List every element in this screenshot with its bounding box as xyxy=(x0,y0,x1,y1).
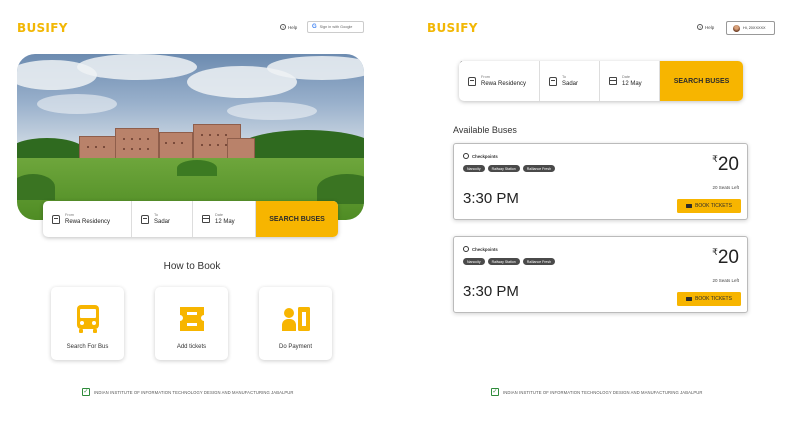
step-do-payment: Do Payment xyxy=(259,287,332,360)
bus-icon xyxy=(52,214,60,224)
ticket-icon xyxy=(686,204,693,208)
departure-time: 3:30 PM xyxy=(463,190,519,207)
step-label: Do Payment xyxy=(278,344,312,350)
footer: ✓ INDIAN INSTITUTE OF INFORMATION TECHNO… xyxy=(491,388,703,396)
to-field[interactable]: To Sadar xyxy=(540,61,600,101)
to-label: To xyxy=(562,75,567,79)
institute-logo-icon: ✓ xyxy=(491,388,499,396)
payment-icon xyxy=(281,307,310,331)
help-icon: ? xyxy=(280,24,286,30)
search-bar: From Rewa Residency To Sadar Date 12 May… xyxy=(459,61,743,101)
help-link[interactable]: ? Help xyxy=(280,24,297,30)
from-value: Rewa Residency xyxy=(65,219,111,225)
book-tickets-button[interactable]: BOOK TICKETS xyxy=(677,292,741,306)
seats-left: 20 Seats Left xyxy=(712,185,739,190)
checkpoint-chip: Nanocity xyxy=(463,258,485,266)
from-label: From xyxy=(481,75,490,79)
brand-logo[interactable]: BUSIFY xyxy=(17,21,68,35)
step-label: Search For Bus xyxy=(66,344,109,350)
footer-text: INDIAN INSTITUTE OF INFORMATION TECHNOLO… xyxy=(94,389,294,395)
bus-icon xyxy=(468,76,476,86)
bus-card: Checkpoints Nanocity Railway Station Ral… xyxy=(453,143,748,220)
checkpoint-chip: Ralliance Fresh xyxy=(522,258,556,266)
from-value: Rewa Residency xyxy=(481,81,527,87)
price-value: 20 xyxy=(717,154,739,175)
date-label: Date xyxy=(622,75,631,79)
date-field[interactable]: Date 12 May xyxy=(193,201,256,237)
user-menu-button[interactable]: Hi, 20XXXXX xyxy=(726,21,775,35)
help-icon: ? xyxy=(697,24,703,30)
hero-image xyxy=(17,54,364,220)
bus-icon xyxy=(549,76,557,86)
to-field[interactable]: To Sadar xyxy=(132,201,193,237)
to-label: To xyxy=(154,213,159,217)
how-to-book-title: How to Book xyxy=(163,261,221,272)
checkpoint-chip: Railway Station xyxy=(487,258,520,266)
date-label: Date xyxy=(215,213,224,217)
help-label: Help xyxy=(288,24,298,30)
date-value: 12 May xyxy=(622,81,642,87)
google-icon: G xyxy=(312,24,317,30)
book-label: BOOK TICKETS xyxy=(695,296,732,302)
date-value: 12 May xyxy=(215,219,235,225)
search-buses-button[interactable]: SEARCH BUSES xyxy=(256,201,338,237)
checkpoint-chips: Nanocity Railway Station Ralliance Fresh xyxy=(463,258,556,266)
bus-card: Checkpoints Nanocity Railway Station Ral… xyxy=(453,236,748,313)
available-buses-title: Available Buses xyxy=(453,125,517,135)
google-signin-button[interactable]: G Sign in with Google xyxy=(307,21,364,33)
from-field[interactable]: From Rewa Residency xyxy=(43,201,132,237)
checkpoint-chip: Nanocity xyxy=(463,165,485,173)
checkpoint-chips: Nanocity Railway Station Ralliance Fresh xyxy=(463,165,556,173)
step-add-tickets: Add tickets xyxy=(155,287,228,360)
brand-logo[interactable]: BUSIFY xyxy=(427,21,478,35)
search-buses-button[interactable]: SEARCH BUSES xyxy=(660,61,743,101)
bus-icon xyxy=(141,214,149,224)
signin-label: Sign in with Google xyxy=(319,25,353,29)
departure-time: 3:30 PM xyxy=(463,283,519,300)
route-icon xyxy=(463,246,469,252)
book-label: BOOK TICKETS xyxy=(695,203,732,209)
ticket-icon xyxy=(179,307,204,331)
ticket-icon xyxy=(686,297,693,301)
route-icon xyxy=(463,153,469,159)
footer-text: INDIAN INSTITUTE OF INFORMATION TECHNOLO… xyxy=(503,389,703,395)
checkpoints-label: Checkpoints xyxy=(472,246,498,252)
checkpoints-label: Checkpoints xyxy=(472,153,498,159)
checkpoint-chip: Railway Station xyxy=(487,165,520,173)
step-label: Add tickets xyxy=(176,344,207,350)
step-search-for-bus: Search For Bus xyxy=(51,287,124,360)
calendar-icon xyxy=(202,215,210,223)
search-bar: From Rewa Residency To Sadar Date 12 May… xyxy=(43,201,338,237)
help-label: Help xyxy=(705,24,715,30)
to-value: Sadar xyxy=(154,219,171,225)
institute-logo-icon: ✓ xyxy=(82,388,90,396)
ticket-price: ₹20 xyxy=(712,247,739,269)
checkpoint-chip: Ralliance Fresh xyxy=(522,165,556,173)
help-link[interactable]: ? Help xyxy=(697,24,714,30)
seats-left: 20 Seats Left xyxy=(712,278,739,283)
checkpoints-header: Checkpoints xyxy=(463,153,498,159)
bus-icon xyxy=(76,305,99,333)
to-value: Sadar xyxy=(562,81,579,87)
date-field[interactable]: Date 12 May xyxy=(600,61,660,101)
calendar-icon xyxy=(609,77,617,85)
book-tickets-button[interactable]: BOOK TICKETS xyxy=(677,199,741,213)
user-label: Hi, 20XXXXX xyxy=(743,26,766,30)
from-field[interactable]: From Rewa Residency xyxy=(459,61,540,101)
price-value: 20 xyxy=(717,247,739,268)
checkpoints-header: Checkpoints xyxy=(463,246,498,252)
avatar xyxy=(733,24,740,32)
footer: ✓ INDIAN INSTITUTE OF INFORMATION TECHNO… xyxy=(82,388,294,396)
home-screen: BUSIFY ? Help G Sign in with Google From… xyxy=(0,0,394,423)
ticket-price: ₹20 xyxy=(712,154,739,176)
from-label: From xyxy=(65,213,74,217)
